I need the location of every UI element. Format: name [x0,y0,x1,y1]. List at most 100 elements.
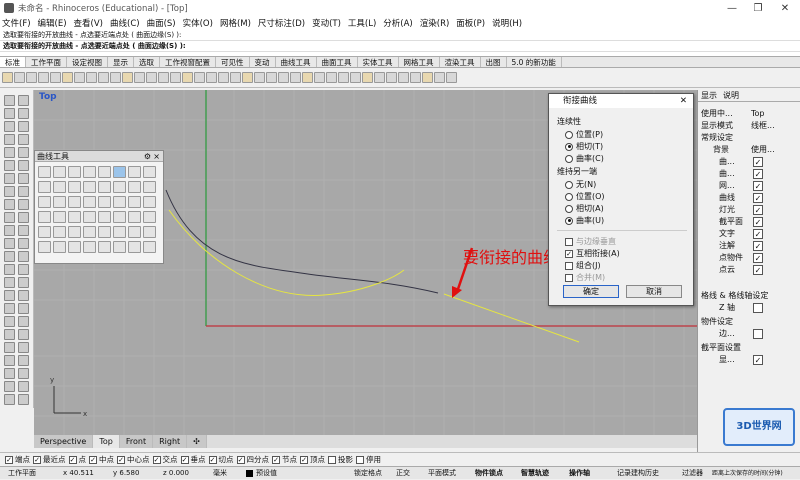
continuity-curvature[interactable]: 曲率(C) [565,153,604,164]
curve-tool-1-1-icon[interactable] [53,181,66,193]
curve-tool-4-4-icon[interactable] [98,226,111,238]
tab-viewport-layout[interactable]: 工作视窗配置 [160,57,216,67]
curve-tool-0-4-icon[interactable] [98,166,111,178]
options-icon[interactable] [338,72,349,83]
curve-tool-0-1-icon[interactable] [53,166,66,178]
left-tool-20-1-icon[interactable] [18,355,29,366]
tab-cplane[interactable]: 工作平面 [26,57,67,67]
osnap-item[interactable]: 投影 [328,454,353,465]
curve-tool-1-5-icon[interactable] [113,181,126,193]
curve-tool-4-3-icon[interactable] [83,226,96,238]
menu-mesh[interactable]: 网格(M) [220,17,251,29]
left-tool-2-1-icon[interactable] [18,121,29,132]
curve-tool-1-3-icon[interactable] [83,181,96,193]
menu-tools[interactable]: 工具(L) [348,17,376,29]
show-item-checkbox[interactable]: ✓ [753,253,763,263]
show-item-checkbox[interactable]: ✓ [753,181,763,191]
radio-curvature[interactable] [565,154,573,163]
sphere-icon[interactable] [278,72,289,83]
radio-maintain-curvature[interactable] [565,216,573,225]
maintain-tangency[interactable]: 相切(A) [565,203,604,214]
copy-icon[interactable] [74,72,85,83]
checkbox-perpendicular[interactable] [565,237,573,246]
left-tool-12-1-icon[interactable] [18,251,29,262]
left-tool-10-1-icon[interactable] [18,225,29,236]
show-item-checkbox[interactable]: ✓ [753,265,763,275]
material-icon[interactable] [266,72,277,83]
curve-tool-2-2-icon[interactable] [68,196,81,208]
osnap-checkbox[interactable]: ✓ [33,455,41,464]
tab-transform[interactable]: 变动 [250,57,276,67]
left-tool-5-1-icon[interactable] [18,160,29,171]
curve-tool-4-7-icon[interactable] [143,226,156,238]
left-tool-7-1-icon[interactable] [18,186,29,197]
osnap-item[interactable]: ✓ 垂点 [180,454,206,465]
gumball-icon[interactable] [410,72,421,83]
ok-button[interactable]: 确定 [563,285,619,298]
menu-surface[interactable]: 曲面(S) [147,17,176,29]
osnap-checkbox[interactable]: ✓ [236,455,245,464]
tab-set-view[interactable]: 设定视图 [67,57,108,67]
open-icon[interactable] [14,72,25,83]
curve-tool-3-4-icon[interactable] [98,211,111,223]
view-tab-perspective[interactable]: Perspective [34,435,94,448]
osnap-item[interactable]: ✓ 中点 [89,454,114,465]
show-checkbox[interactable]: ✓ [753,355,763,365]
curve-tool-4-2-icon[interactable] [68,226,81,238]
tab-select[interactable]: 选取 [134,57,160,67]
cancel-button[interactable]: 取消 [626,285,682,298]
menu-view[interactable]: 查看(V) [74,17,103,29]
osnap-checkbox[interactable]: ✓ [68,455,77,464]
show-item-row[interactable]: 截平面 ✓ [701,216,796,228]
menu-panels[interactable]: 面板(P) [456,17,485,29]
status-gumball[interactable]: 操作轴 [569,467,590,480]
viewport-label[interactable]: Top [39,92,57,102]
new-icon[interactable] [2,72,13,83]
snap-icon[interactable] [362,72,373,83]
curve-tool-2-5-icon[interactable] [113,196,126,208]
left-tool-7-0-icon[interactable] [4,186,15,197]
osnap-item[interactable]: ✓ 点 [68,454,86,465]
curve-tool-5-5-icon[interactable] [113,241,126,253]
radio-maintain-tangency[interactable] [565,204,573,213]
status-planar[interactable]: 平面模式 [428,467,456,480]
rotate-icon[interactable] [122,72,133,83]
left-tool-22-1-icon[interactable] [18,381,29,392]
curve-tool-4-6-icon[interactable] [128,226,141,238]
osnap-item[interactable]: ✓ 端点 [5,454,30,465]
left-tool-13-0-icon[interactable] [4,264,15,275]
zoom-extents-icon[interactable] [146,72,157,83]
print-icon[interactable] [38,72,49,83]
show-item-checkbox[interactable]: ✓ [753,229,763,239]
left-tool-5-0-icon[interactable] [4,160,15,171]
left-tool-4-0-icon[interactable] [4,147,15,158]
tab-solid-tools[interactable]: 实体工具 [358,57,399,67]
radio-tangency[interactable] [565,142,573,151]
osnap-item[interactable]: 停用 [356,454,381,465]
curve-tool-2-4-icon[interactable] [98,196,111,208]
osnap-item[interactable]: ✓ 顶点 [300,454,325,465]
osnap-checkbox[interactable] [328,455,336,464]
curve-tool-0-5-icon[interactable] [113,166,126,178]
show-item-row[interactable]: 文字 ✓ [701,228,796,240]
curve-tool-2-0-icon[interactable] [38,196,51,208]
show-item-row[interactable]: 注解 ✓ [701,240,796,252]
show-item-row[interactable]: 曲线 ✓ [701,192,796,204]
curve-tool-0-6-icon[interactable] [128,166,141,178]
left-tool-4-1-icon[interactable] [18,147,29,158]
left-tool-16-0-icon[interactable] [4,303,15,314]
curve-tool-1-6-icon[interactable] [128,181,141,193]
osnap-checkbox[interactable]: ✓ [117,455,125,464]
view-tab-front[interactable]: Front [119,435,154,448]
show-item-checkbox[interactable]: ✓ [753,205,763,215]
left-tool-2-0-icon[interactable] [4,121,15,132]
left-tool-21-1-icon[interactable] [18,368,29,379]
left-tool-20-0-icon[interactable] [4,355,15,366]
curve-tool-1-7-icon[interactable] [143,181,156,193]
tab-mesh-tools[interactable]: 网格工具 [399,57,440,67]
curve-tool-4-1-icon[interactable] [53,226,66,238]
layer-icon[interactable] [206,72,217,83]
osnap-item[interactable]: ✓ 四分点 [236,454,269,465]
curve-tool-5-1-icon[interactable] [53,241,66,253]
curve-tool-4-0-icon[interactable] [38,226,51,238]
